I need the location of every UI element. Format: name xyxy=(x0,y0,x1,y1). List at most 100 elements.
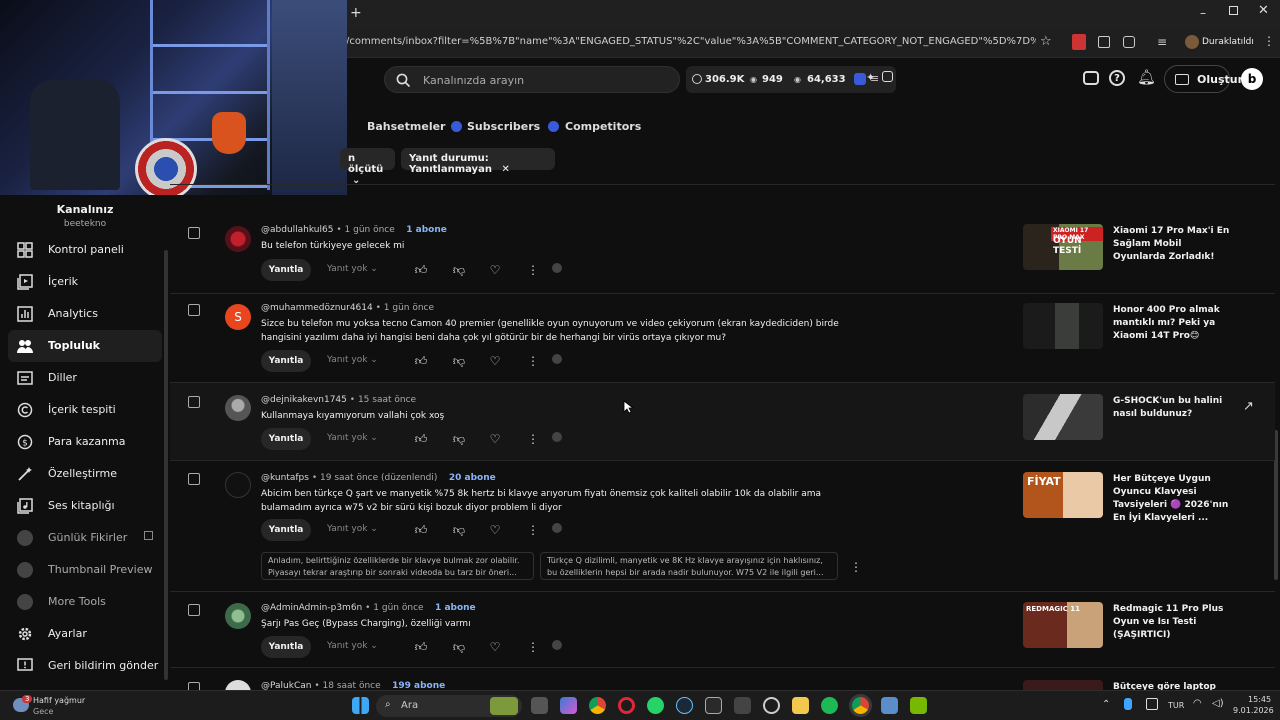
wifi-icon[interactable]: ◠ xyxy=(1193,698,1202,709)
more-options-icon[interactable]: ⋮ xyxy=(526,432,540,446)
minimize-button[interactable]: – xyxy=(1200,6,1206,20)
whatsapp-icon[interactable] xyxy=(647,697,664,714)
media-icon[interactable]: ≡ xyxy=(1157,35,1167,49)
video-thumbnail[interactable] xyxy=(1023,394,1103,440)
weather-description[interactable]: Hafif yağmur xyxy=(33,696,85,705)
nvidia-icon[interactable] xyxy=(910,697,927,714)
comment-time[interactable]: 19 saat önce (düzenlendi) xyxy=(320,473,437,483)
video-thumbnail[interactable]: REDMAGIC 11 xyxy=(1023,602,1103,648)
network-icon[interactable] xyxy=(1146,698,1158,710)
clock-time[interactable]: 15:45 xyxy=(1248,695,1271,704)
like-icon[interactable]: 👍︎ xyxy=(414,432,428,446)
video-thumbnail[interactable] xyxy=(1023,680,1103,690)
vidiq-icon[interactable] xyxy=(854,73,866,85)
comment-author[interactable]: @PalukCan xyxy=(261,681,311,690)
video-thumbnail[interactable] xyxy=(1023,303,1103,349)
photos-icon[interactable] xyxy=(881,697,898,714)
tab-competitors[interactable]: Competitors xyxy=(565,120,641,133)
close-window-button[interactable]: ✕ xyxy=(1258,3,1269,18)
heart-icon[interactable]: ♡ xyxy=(488,640,502,654)
video-thumbnail[interactable]: FİYAT xyxy=(1023,472,1103,518)
steam-icon[interactable] xyxy=(676,697,693,714)
volume-icon[interactable]: ◁) xyxy=(1212,698,1224,709)
more-options-icon[interactable]: ⋮ xyxy=(849,560,863,574)
copilot-icon[interactable] xyxy=(560,697,577,714)
heart-icon[interactable]: ♡ xyxy=(488,263,502,277)
dislike-icon[interactable]: 👎︎ xyxy=(452,354,466,368)
pin-icon[interactable]: ✦ xyxy=(866,71,875,84)
sidebar-item-dashboard[interactable]: Kontrol paneli xyxy=(8,234,162,266)
comment-checkbox[interactable] xyxy=(188,682,200,690)
more-options-icon[interactable]: ⋮ xyxy=(526,523,540,537)
video-thumbnail[interactable]: XIAOMI 17 PRO MAX OYUN TESTİ xyxy=(1023,224,1103,270)
dislike-icon[interactable]: 👎︎ xyxy=(452,263,466,277)
account-avatar[interactable]: b xyxy=(1241,68,1263,90)
video-title[interactable]: Honor 400 Pro almak mantıklı mı? Peki ya… xyxy=(1113,304,1231,343)
reply-button[interactable]: Yanıtla xyxy=(261,428,311,450)
comment-author[interactable]: @muhammedöznur4614 xyxy=(261,303,373,313)
comment-author[interactable]: @dejnikakevn1745 xyxy=(261,395,347,405)
file-explorer-icon[interactable] xyxy=(792,697,809,714)
comment-author[interactable]: @abdullahkul65 xyxy=(261,225,333,235)
sidebar-item-audio-library[interactable]: Ses kitaplığı xyxy=(8,490,162,522)
comment-checkbox[interactable] xyxy=(188,227,200,239)
app-icon[interactable] xyxy=(734,697,751,714)
suggested-reply[interactable]: Anladım, belirttiğiniz özelliklerde bir … xyxy=(261,552,534,580)
taskbar-search[interactable]: ⌕ Ara xyxy=(376,695,522,717)
dislike-icon[interactable]: 👎︎ xyxy=(452,432,466,446)
url-text[interactable]: /comments/inbox?filter=%5B%7B"name"%3A"E… xyxy=(346,36,1036,47)
more-options-icon[interactable]: ⋮ xyxy=(526,354,540,368)
video-title[interactable]: Redmagic 11 Pro Plus Oyun ve Isı Testi (… xyxy=(1113,603,1231,642)
sidebar-scrollbar[interactable] xyxy=(164,250,168,680)
vidiq-icon[interactable] xyxy=(552,432,562,442)
vidiq-icon[interactable] xyxy=(552,263,562,273)
comment-checkbox[interactable] xyxy=(188,604,200,616)
sidebar-item-analytics[interactable]: Analytics xyxy=(8,298,162,330)
help-icon[interactable]: ? xyxy=(1109,70,1125,86)
vidiq-icon[interactable] xyxy=(552,640,562,650)
spotify-icon[interactable] xyxy=(821,697,838,714)
sidebar-item-languages[interactable]: Diller xyxy=(8,362,162,394)
epic-games-icon[interactable] xyxy=(705,697,722,714)
sidebar-item-more-tools[interactable]: More Tools xyxy=(8,586,162,618)
sidebar-item-feedback[interactable]: Geri bildirim gönder xyxy=(8,650,162,682)
comment-time[interactable]: 1 gün önce xyxy=(373,603,423,613)
sidebar-item-settings[interactable]: Ayarlar xyxy=(8,618,162,650)
reply-button[interactable]: Yanıtla xyxy=(261,259,311,281)
video-title[interactable]: Bütçeye göre laptop önerileri xyxy=(1113,681,1231,690)
opera-icon[interactable] xyxy=(618,697,635,714)
more-options-icon[interactable]: ⋮ xyxy=(526,263,540,277)
sidebar-item-monetization[interactable]: $ Para kazanma xyxy=(8,426,162,458)
video-title[interactable]: G-SHOCK'un bu halini nasıl buldunuz? xyxy=(1113,395,1231,421)
chrome-active-icon[interactable] xyxy=(852,697,869,714)
comment-time[interactable]: 1 gün önce xyxy=(345,225,395,235)
filter-chip-reply-status[interactable]: Yanıt durumu: Yanıtlanmayan ✕ xyxy=(401,148,555,175)
comments-icon[interactable] xyxy=(1083,71,1099,85)
tray-chevron-icon[interactable]: ⌃ xyxy=(1102,699,1110,710)
reply-count[interactable]: Yanıt yok ⌄ xyxy=(327,264,378,274)
profile-avatar[interactable] xyxy=(1185,35,1199,49)
reply-count[interactable]: Yanıt yok ⌄ xyxy=(327,433,378,443)
like-icon[interactable]: 👍︎ xyxy=(414,640,428,654)
star-icon[interactable]: ☆ xyxy=(1040,34,1052,49)
heart-icon[interactable]: ♡ xyxy=(488,354,502,368)
reply-button[interactable]: Yanıtla xyxy=(261,636,311,658)
video-title[interactable]: Her Bütçeye Uygun Oyuncu Klavyesi Tavsiy… xyxy=(1113,473,1231,525)
open-external-icon[interactable]: ↗ xyxy=(1243,399,1254,414)
like-icon[interactable]: 👍︎ xyxy=(414,523,428,537)
share-icon[interactable] xyxy=(882,71,893,82)
profile-status[interactable]: Duraklatıldı xyxy=(1202,37,1254,47)
sidebar-item-customization[interactable]: Özelleştirme xyxy=(8,458,162,490)
filter-chip-sort[interactable]: n ölçütü ⌄ xyxy=(340,148,395,186)
close-icon[interactable]: ✕ xyxy=(501,164,509,175)
heart-icon[interactable]: ♡ xyxy=(488,523,502,537)
extension-icon[interactable] xyxy=(1098,36,1110,48)
reply-count[interactable]: Yanıt yok ⌄ xyxy=(327,641,378,651)
clock-date[interactable]: 9.01.2026 xyxy=(1233,706,1274,715)
like-icon[interactable]: 👍︎ xyxy=(414,263,428,277)
reply-count[interactable]: Yanıt yok ⌄ xyxy=(327,524,378,534)
like-icon[interactable]: 👍︎ xyxy=(414,354,428,368)
input-language[interactable]: TUR xyxy=(1168,701,1184,710)
comment-author[interactable]: @kuntafps xyxy=(261,473,309,483)
comment-time[interactable]: 18 saat önce xyxy=(323,681,381,690)
